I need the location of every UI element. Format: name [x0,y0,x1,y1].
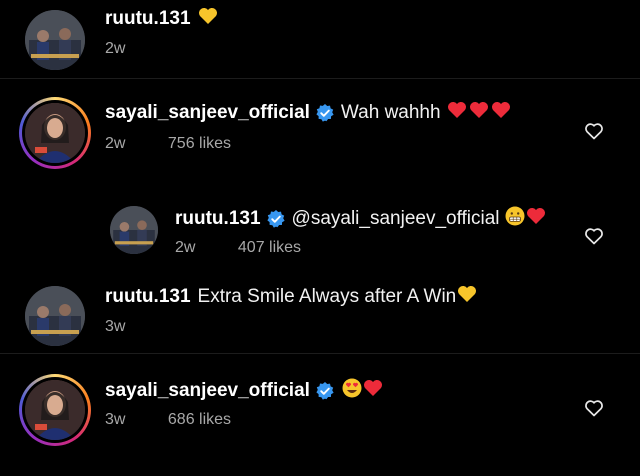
avatar-photo-icon [25,103,85,163]
yellow-heart-icon [198,7,218,31]
comment-likes[interactable]: 407 likes [238,239,301,256]
reply-item: ruutu.131 @sayali_sanjeev_official 2w 40… [0,188,640,270]
comment-time: 2w [105,40,126,57]
grimacing-face-icon [505,206,525,232]
comment-time: 3w [105,318,126,335]
comment-time: 2w [105,135,126,152]
red-heart-icon [447,101,467,125]
comment-time: 2w [175,239,196,256]
red-heart-icon [469,101,489,125]
comment-username[interactable]: sayali_sanjeev_official [105,102,310,124]
avatar-photo-icon [25,380,85,440]
avatar-photo-icon [25,10,85,70]
red-heart-icon [363,379,383,403]
like-heart-icon[interactable] [584,398,604,418]
avatar[interactable] [25,10,85,70]
red-heart-icon [491,101,511,125]
comment-username[interactable]: ruutu.131 [175,208,261,230]
avatar-photo-icon [110,206,158,254]
comment-item: ruutu.131 Extra Smile Always after A Win… [0,276,640,352]
avatar[interactable] [25,286,85,346]
red-heart-icon [526,207,546,231]
comment-item: ruutu.131 2w [0,0,640,78]
comment-username[interactable]: sayali_sanjeev_official [105,380,310,402]
comment-likes[interactable]: 686 likes [168,411,231,428]
comment-likes[interactable]: 756 likes [168,135,231,152]
verified-badge-icon [316,104,334,122]
like-heart-icon[interactable] [584,226,604,246]
comment-item: sayali_sanjeev_official Wah wahhh 2w 756… [0,79,640,179]
avatar[interactable] [19,374,91,446]
comment-text: Wah wahhh [340,102,441,123]
verified-badge-icon [316,382,334,400]
avatar-photo-icon [25,286,85,346]
heart-eyes-face-icon [342,378,362,404]
comment-item: sayali_sanjeev_official 3w 686 likes [0,354,640,476]
avatar[interactable] [19,97,91,169]
comment-text[interactable]: @sayali_sanjeev_official [292,208,500,230]
comment-text: Extra Smile Always after A Win [197,286,457,307]
avatar[interactable] [110,206,158,254]
like-heart-icon[interactable] [584,121,604,141]
comment-username[interactable]: ruutu.131 [105,286,191,308]
yellow-heart-icon [457,285,477,309]
comment-username[interactable]: ruutu.131 [105,8,191,30]
comment-time: 3w [105,411,126,428]
verified-badge-icon [266,210,285,228]
